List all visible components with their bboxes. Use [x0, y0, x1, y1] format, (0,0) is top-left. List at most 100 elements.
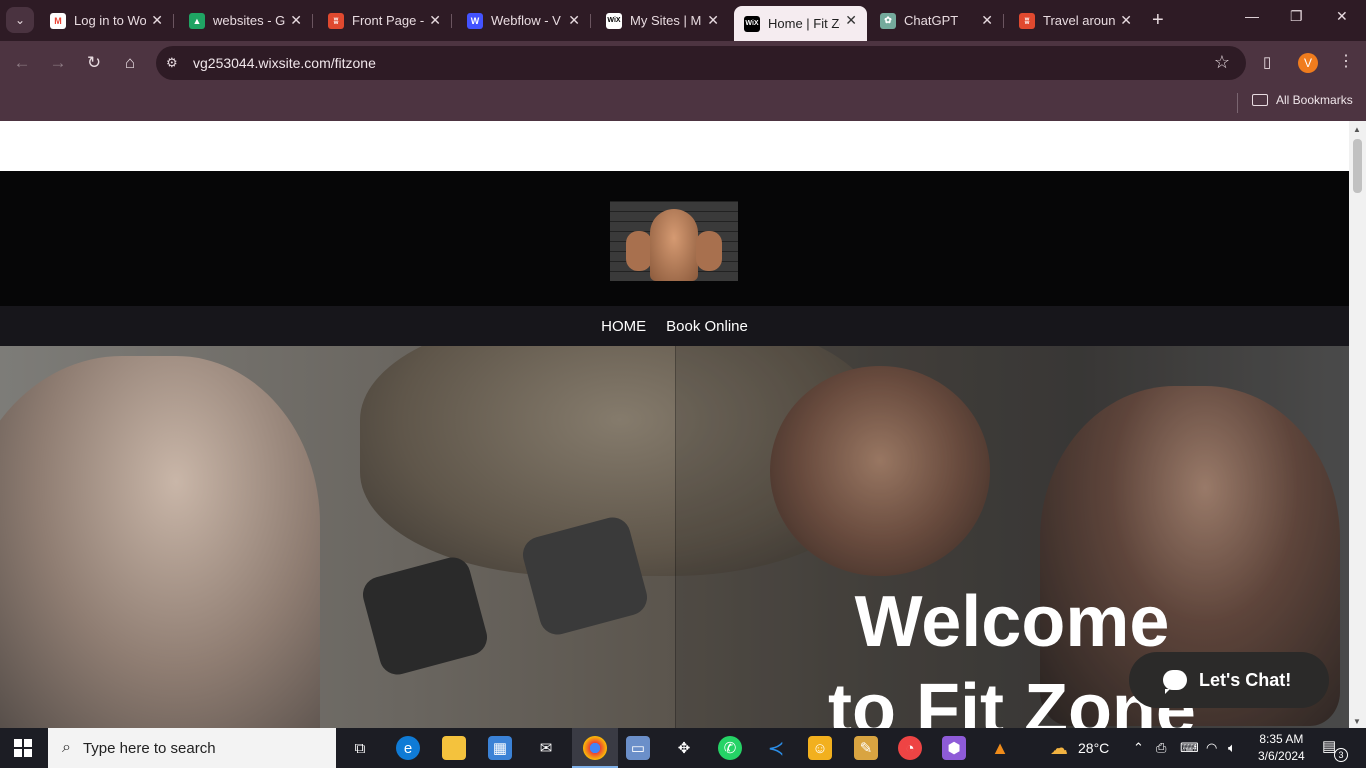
browser-menu-icon[interactable]: ⋮	[1338, 51, 1354, 71]
nav-home-link[interactable]: HOME	[601, 318, 646, 335]
remote-desktop-icon[interactable]: ▭	[626, 736, 650, 760]
dumbbell-weight	[358, 553, 492, 679]
nav-book-online-link[interactable]: Book Online	[666, 318, 748, 335]
webflow-icon: W	[467, 12, 483, 29]
all-bookmarks-label: All Bookmarks	[1276, 93, 1353, 107]
game-controller-icon[interactable]: ✥	[672, 736, 696, 760]
elementor-icon: ʬ	[328, 12, 344, 29]
page-scrollbar[interactable]: ▲ ▼	[1349, 121, 1366, 728]
close-icon[interactable]: ✕	[845, 12, 857, 29]
app-icon[interactable]: ☺	[808, 736, 832, 760]
close-icon[interactable]: ✕	[568, 12, 580, 29]
chrome-icon[interactable]	[583, 736, 607, 760]
task-view-icon[interactable]: ⧉	[348, 736, 372, 760]
file-explorer-icon[interactable]	[442, 736, 466, 760]
whatsapp-icon[interactable]: ✆	[718, 736, 742, 760]
tab-home-fit-zone[interactable]: WiX Home | Fit Zo ✕	[734, 6, 867, 41]
wix-icon: WiX	[606, 12, 622, 29]
tab-title: Log in to Wo	[74, 13, 146, 28]
tab-title: ChatGPT	[904, 13, 959, 28]
taskbar-search[interactable]: ⌕ Type here to search	[48, 728, 336, 768]
address-bar[interactable]: ⚙ vg253044.wixsite.com/fitzone ☆	[156, 46, 1246, 80]
chat-bubble-icon	[1163, 670, 1187, 694]
tab-title: websites - Gc	[213, 13, 285, 28]
language-icon[interactable]: ⌨	[1180, 740, 1199, 756]
minimize-button[interactable]: —	[1245, 8, 1259, 24]
chat-label: Let's Chat!	[1199, 669, 1292, 690]
tab-travel[interactable]: ʬ Travel aroun ✕	[1009, 6, 1142, 35]
clock-date: 3/6/2024	[1258, 749, 1305, 763]
mail-icon[interactable]: ✉	[534, 736, 558, 760]
logo-figure	[650, 209, 698, 281]
back-button[interactable]: ←	[10, 51, 34, 75]
chevron-down-icon: ⌄	[14, 13, 26, 27]
tab-separator	[1003, 14, 1004, 28]
tab-google-drive[interactable]: ▲ websites - Gc ✕	[179, 6, 313, 35]
side-panel-icon[interactable]: ▯	[1263, 53, 1271, 71]
site-info-icon[interactable]: ⚙	[166, 55, 178, 71]
clock-time: 8:35 AM	[1259, 732, 1304, 746]
tab-webflow[interactable]: W Webflow - V ✕	[457, 6, 591, 35]
restore-button[interactable]: ❐	[1290, 8, 1303, 25]
close-icon[interactable]: ✕	[1120, 12, 1132, 29]
close-icon[interactable]: ✕	[981, 12, 993, 29]
wifi-icon[interactable]: ◠	[1206, 740, 1217, 756]
folder-icon	[1252, 94, 1268, 106]
logo-arm	[696, 231, 722, 271]
sticky-app-icon[interactable]: ✎	[854, 736, 878, 760]
hero-image-dumbbell	[358, 513, 652, 679]
home-button[interactable]: ⌂	[118, 51, 142, 75]
volume-icon[interactable]: 🔈︎	[1228, 740, 1236, 756]
close-icon[interactable]: ✕	[290, 12, 302, 29]
meet-icon[interactable]: ⎙	[1156, 740, 1166, 756]
google-drive-icon: ▲	[189, 12, 205, 29]
forward-button[interactable]: →	[46, 51, 70, 75]
bookmark-star-icon[interactable]: ☆	[1214, 52, 1230, 73]
close-icon[interactable]: ✕	[151, 12, 163, 29]
tab-search-button[interactable]: ⌄	[6, 7, 34, 33]
site-logo[interactable]	[610, 201, 738, 281]
lets-chat-button[interactable]: Let's Chat!	[1129, 652, 1329, 708]
profile-avatar[interactable]: V	[1298, 53, 1318, 73]
tab-separator	[590, 14, 591, 28]
new-tab-button[interactable]: +	[1152, 9, 1164, 32]
show-hidden-icons-icon[interactable]: ⌃	[1133, 740, 1144, 756]
wpm-app-icon[interactable]: ◔	[898, 736, 922, 760]
scroll-up-arrow-icon[interactable]: ▲	[1353, 125, 1361, 134]
tab-title: Front Page -	[352, 13, 424, 28]
weather-temp[interactable]: 28°C	[1078, 740, 1109, 756]
weather-icon[interactable]: ☁	[1047, 736, 1071, 760]
logo-arm	[626, 231, 652, 271]
bookmarks-separator	[1237, 93, 1238, 113]
windows-start-icon[interactable]	[14, 739, 32, 757]
microsoft-store-icon[interactable]: ▦	[488, 736, 512, 760]
close-icon[interactable]: ✕	[707, 12, 719, 29]
reload-button[interactable]: ↻	[82, 51, 106, 75]
vlc-icon[interactable]: ▲	[988, 736, 1012, 760]
tab-front-page[interactable]: ʬ Front Page - ✕	[318, 6, 452, 35]
site-header	[0, 171, 1349, 306]
scroll-down-arrow-icon[interactable]: ▼	[1353, 717, 1361, 726]
search-placeholder: Type here to search	[82, 739, 216, 757]
bookmarks-bar: All Bookmarks	[0, 85, 1366, 121]
taskbar: ⌕ Type here to search ⧉ e ▦ ✉ ▭ ✥ ✆ ≺ ☺ …	[0, 728, 1366, 768]
colorful-app-icon[interactable]: ⬢	[942, 736, 966, 760]
tab-separator	[173, 14, 174, 28]
scroll-thumb[interactable]	[1353, 139, 1362, 193]
tab-gmail[interactable]: M Log in to Wo ✕	[40, 6, 174, 35]
close-icon[interactable]: ✕	[429, 12, 441, 29]
vscode-icon[interactable]: ≺	[764, 736, 788, 760]
tab-my-sites[interactable]: WiX My Sites | M ✕	[596, 6, 729, 35]
page-viewport: HOME Book Online Welcome to Fit Zone	[0, 121, 1349, 728]
url-text[interactable]: vg253044.wixsite.com/fitzone	[193, 55, 376, 71]
tab-title: Travel aroun	[1043, 13, 1115, 28]
chatgpt-icon: ✿	[880, 12, 896, 29]
wix-icon: WiX	[744, 15, 760, 32]
edge-icon[interactable]: e	[396, 736, 420, 760]
close-window-button[interactable]: ✕	[1336, 8, 1348, 25]
all-bookmarks-button[interactable]: All Bookmarks	[1252, 93, 1353, 107]
taskbar-clock[interactable]: 8:35 AM 3/6/2024	[1258, 731, 1305, 765]
elementor-icon: ʬ	[1019, 12, 1035, 29]
tab-title: My Sites | M	[630, 13, 702, 28]
tab-chatgpt[interactable]: ✿ ChatGPT ✕	[870, 6, 1004, 35]
